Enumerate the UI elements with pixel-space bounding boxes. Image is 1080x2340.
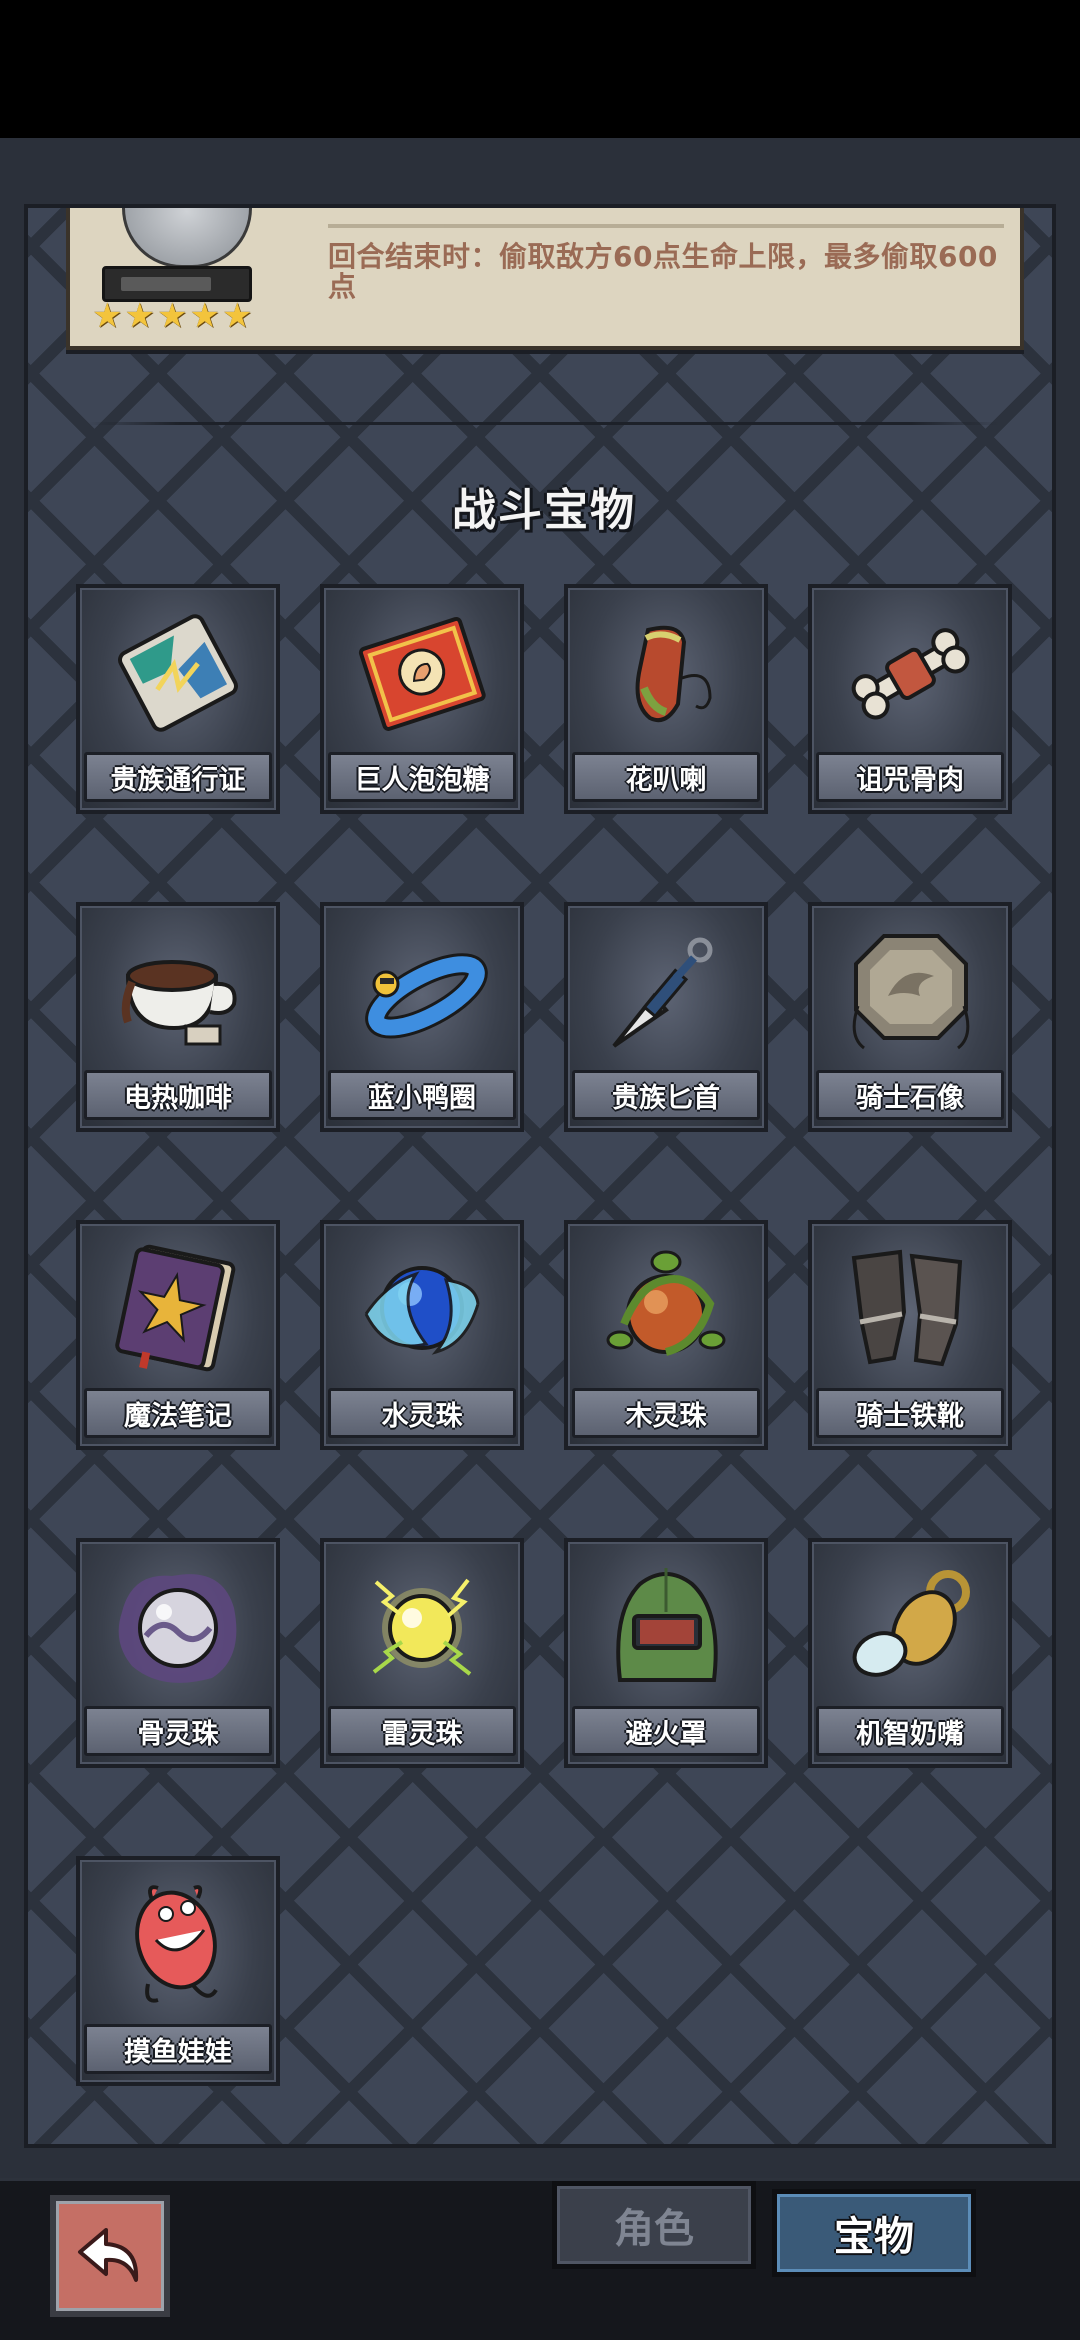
treasure-name: 避火罩 xyxy=(572,1706,760,1756)
treasure-name: 机智奶嘴 xyxy=(816,1706,1004,1756)
section-title: 战斗宝物 xyxy=(452,485,636,536)
treasure-name: 木灵珠 xyxy=(572,1388,760,1438)
section-separator xyxy=(88,422,1000,425)
treasure-panel[interactable]: ★ ★ ★ ★ ★ 回合结束时：偷取敌方60点生命上限，最多偷取600点 战斗宝… xyxy=(24,204,1056,2148)
knight-iron-boots-icon xyxy=(851,1249,963,1367)
treasure-card-wood-orb[interactable]: 木灵珠 xyxy=(564,1220,768,1450)
treasure-card-thunder-orb[interactable]: 雷灵珠 xyxy=(320,1538,524,1768)
treasure-name: 骨灵珠 xyxy=(84,1706,272,1756)
electric-coffee-cup-icon xyxy=(121,960,237,1046)
pink-monster-doll-icon xyxy=(135,1885,218,2003)
pitcher-plant-icon xyxy=(635,625,712,723)
character-portrait: ★ ★ ★ ★ ★ xyxy=(92,208,292,338)
treasure-name: 骑士石像 xyxy=(816,1070,1004,1120)
treasure-name: 水灵珠 xyxy=(328,1388,516,1438)
magic-notebook-icon xyxy=(115,1244,236,1372)
treasure-name: 蓝小鸭圈 xyxy=(328,1070,516,1120)
treasure-name: 雷灵珠 xyxy=(328,1706,516,1756)
cursed-bone-meat-icon xyxy=(851,628,970,720)
treasure-card-noble-pass[interactable]: 贵族通行证 xyxy=(76,584,280,814)
treasure-name: 电热咖啡 xyxy=(84,1070,272,1120)
star-icon: ★ xyxy=(189,296,220,336)
item-description: 回合结束时：偷取敌方60点生命上限，最多偷取600点 xyxy=(328,240,998,303)
treasure-card-magic-notebook[interactable]: 魔法笔记 xyxy=(76,1220,280,1450)
treasure-card-pacifier[interactable]: 机智奶嘴 xyxy=(808,1538,1012,1768)
treasure-name: 花叭喇 xyxy=(572,752,760,802)
treasure-card-pitcher-plant[interactable]: 花叭喇 xyxy=(564,584,768,814)
treasure-screen: ★ ★ ★ ★ ★ 回合结束时：偷取敌方60点生命上限，最多偷取600点 战斗宝… xyxy=(0,138,1080,2178)
treasure-card-giant-bubblegum[interactable]: 巨人泡泡糖 xyxy=(320,584,524,814)
treasure-card-monster-doll[interactable]: 摸鱼娃娃 xyxy=(76,1856,280,2086)
treasure-name: 摸鱼娃娃 xyxy=(84,2024,272,2074)
thunder-orb-icon xyxy=(372,1578,472,1676)
blue-duck-float-ring-icon xyxy=(365,953,488,1039)
fire-shield-helmet-icon xyxy=(616,1568,718,1682)
tab-treasure[interactable]: 宝物 xyxy=(772,2189,976,2277)
giant-bubblegum-box-icon xyxy=(358,616,486,731)
treasure-name: 巨人泡泡糖 xyxy=(328,752,516,802)
treasure-card-knight-stone[interactable]: 骑士石像 xyxy=(808,902,1012,1132)
treasure-name: 诅咒骨肉 xyxy=(816,752,1004,802)
wood-orb-icon xyxy=(606,1250,726,1356)
info-divider xyxy=(328,224,1004,228)
star-rating: ★ ★ ★ ★ ★ xyxy=(92,298,252,334)
treasure-name: 骑士铁靴 xyxy=(816,1388,1004,1438)
treasure-card-knight-boots[interactable]: 骑士铁靴 xyxy=(808,1220,1012,1450)
tab-role[interactable]: 角色 xyxy=(552,2181,756,2269)
selected-item-card: ★ ★ ★ ★ ★ 回合结束时：偷取敌方60点生命上限，最多偷取600点 xyxy=(66,208,1024,350)
treasure-card-electric-coffee[interactable]: 电热咖啡 xyxy=(76,902,280,1132)
treasure-card-bone-orb[interactable]: 骨灵珠 xyxy=(76,1538,280,1768)
treasure-name: 魔法笔记 xyxy=(84,1388,272,1438)
knight-stone-plate-icon xyxy=(852,934,970,1050)
pacifier-icon xyxy=(852,1570,970,1677)
treasure-card-blue-duck-ring[interactable]: 蓝小鸭圈 xyxy=(320,902,524,1132)
noble-pass-card-icon xyxy=(118,614,238,732)
back-arrow-icon xyxy=(78,2228,139,2282)
treasure-card-cursed-bone[interactable]: 诅咒骨肉 xyxy=(808,584,1012,814)
star-icon: ★ xyxy=(92,296,123,336)
star-icon: ★ xyxy=(221,296,253,336)
bottom-bar: 角色 宝物 xyxy=(0,2178,1080,2340)
back-button[interactable] xyxy=(50,2195,170,2317)
bone-orb-icon xyxy=(118,1574,237,1683)
water-orb-icon xyxy=(364,1266,480,1355)
character-figure xyxy=(122,208,252,268)
treasure-name: 贵族通行证 xyxy=(84,752,272,802)
treasure-card-noble-dagger[interactable]: 贵族匕首 xyxy=(564,902,768,1132)
treasure-name: 贵族匕首 xyxy=(572,1070,760,1120)
treasure-card-water-orb[interactable]: 水灵珠 xyxy=(320,1220,524,1450)
star-icon: ★ xyxy=(156,296,188,336)
noble-dagger-icon xyxy=(612,937,713,1048)
status-bar xyxy=(0,0,1080,138)
treasure-card-fire-shield[interactable]: 避火罩 xyxy=(564,1538,768,1768)
star-icon: ★ xyxy=(124,296,155,336)
